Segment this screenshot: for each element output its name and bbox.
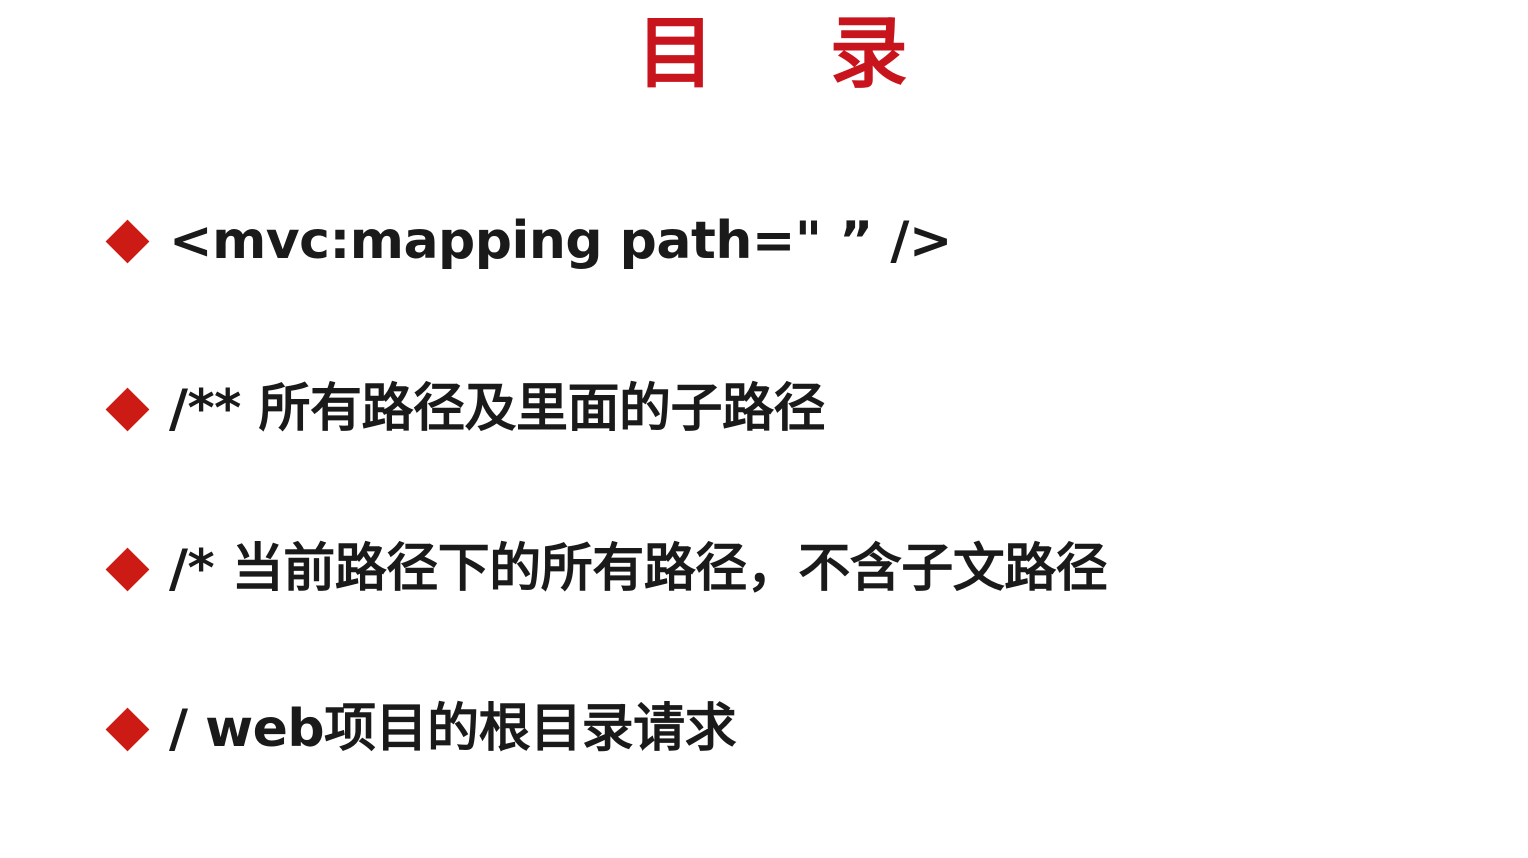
diamond-bullet-icon bbox=[105, 547, 150, 591]
bullet-text: /* 当前路径下的所有路径，不含子文路径 bbox=[169, 539, 1108, 599]
diamond-bullet-icon bbox=[105, 219, 150, 263]
bullet-text: <mvc:mapping path=" ” /> bbox=[169, 211, 952, 271]
bullet-item: /** 所有路径及里面的子路径 bbox=[104, 374, 1484, 444]
slide: 目 录 <mvc:mapping path=" ” /> /** 所有路径及里面… bbox=[0, 0, 1528, 858]
bullet-text: / web项目的根目录请求 bbox=[169, 699, 737, 759]
bullet-item: /* 当前路径下的所有路径，不含子文路径 bbox=[104, 534, 1484, 604]
bullet-item: / web项目的根目录请求 bbox=[104, 694, 1484, 764]
slide-title: 目 录 bbox=[636, 9, 952, 99]
bullet-item: <mvc:mapping path=" ” /> bbox=[104, 206, 1484, 276]
diamond-bullet-icon bbox=[105, 707, 150, 751]
diamond-bullet-icon bbox=[105, 387, 150, 431]
bullet-text: /** 所有路径及里面的子路径 bbox=[169, 379, 825, 439]
